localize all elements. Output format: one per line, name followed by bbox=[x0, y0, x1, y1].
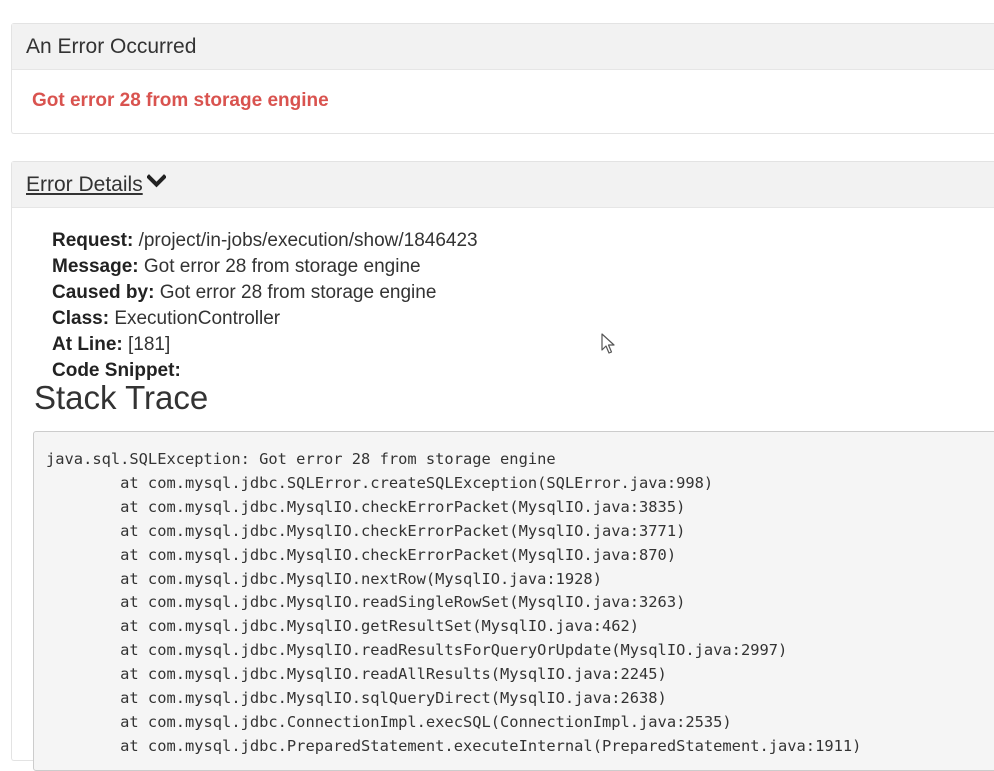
detail-value: [181] bbox=[128, 334, 171, 355]
error-details-panel: Error Details Request: /project/in-jobs/… bbox=[11, 161, 994, 771]
stack-trace-box[interactable]: java.sql.SQLException: Got error 28 from… bbox=[33, 431, 994, 771]
stack-trace-line: at com.mysql.jdbc.MysqlIO.nextRow(MysqlI… bbox=[46, 569, 602, 588]
detail-key: Message: bbox=[52, 256, 139, 277]
error-panel-title: An Error Occurred bbox=[26, 35, 197, 58]
detail-row-caused-by: Caused by: Got error 28 from storage eng… bbox=[52, 280, 478, 306]
error-panel-heading: An Error Occurred bbox=[12, 24, 994, 70]
stack-trace-title: Stack Trace bbox=[34, 379, 209, 416]
stack-trace-line: at com.mysql.jdbc.MysqlIO.readAllResults… bbox=[46, 665, 667, 684]
stack-trace-line: at com.mysql.jdbc.MysqlIO.checkErrorPack… bbox=[46, 545, 677, 564]
detail-value: Got error 28 from storage engine bbox=[143, 256, 421, 277]
stack-trace-text: java.sql.SQLException: Got error 28 from… bbox=[34, 432, 994, 759]
detail-row-request: Request: /project/in-jobs/execution/show… bbox=[52, 228, 478, 254]
stack-trace-line: at com.mysql.jdbc.SQLError.createSQLExce… bbox=[46, 473, 714, 492]
mouse-pointer-icon bbox=[601, 333, 615, 360]
error-details-toggle[interactable]: Error Details bbox=[26, 173, 167, 196]
detail-key: Code Snippet: bbox=[52, 360, 181, 381]
error-panel: An Error Occurred Got error 28 from stor… bbox=[11, 23, 994, 134]
error-detail-list: Request: /project/in-jobs/execution/show… bbox=[52, 228, 478, 384]
detail-key: Request: bbox=[52, 230, 134, 251]
detail-key: Class: bbox=[52, 308, 110, 329]
stack-trace-line: at com.mysql.jdbc.PreparedStatement.exec… bbox=[46, 736, 862, 755]
detail-key: At Line: bbox=[52, 334, 123, 355]
chevron-down-icon bbox=[145, 159, 167, 205]
stack-trace-line: java.sql.SQLException: Got error 28 from… bbox=[46, 450, 556, 468]
stack-trace-line: at com.mysql.jdbc.MysqlIO.checkErrorPack… bbox=[46, 521, 686, 540]
stack-trace-line: at com.mysql.jdbc.MysqlIO.readResultsFor… bbox=[46, 641, 788, 660]
error-details-label: Error Details bbox=[26, 173, 143, 196]
error-message: Got error 28 from storage engine bbox=[32, 90, 329, 111]
stack-trace-line: at com.mysql.jdbc.MysqlIO.sqlQueryDirect… bbox=[46, 689, 667, 708]
stack-trace-line: at com.mysql.jdbc.ConnectionImpl.execSQL… bbox=[46, 712, 732, 731]
detail-row-at-line: At Line: [181] bbox=[52, 332, 478, 358]
detail-value: /project/in-jobs/execution/show/1846423 bbox=[138, 230, 478, 251]
detail-row-message: Message: Got error 28 from storage engin… bbox=[52, 254, 478, 280]
error-details-heading: Error Details bbox=[12, 162, 994, 208]
detail-row-class: Class: ExecutionController bbox=[52, 306, 478, 332]
detail-value: Got error 28 from storage engine bbox=[159, 282, 437, 303]
stack-trace-line: at com.mysql.jdbc.MysqlIO.checkErrorPack… bbox=[46, 497, 686, 516]
detail-value: ExecutionController bbox=[114, 308, 281, 329]
stack-trace-line: at com.mysql.jdbc.MysqlIO.readSingleRowS… bbox=[46, 593, 686, 612]
detail-key: Caused by: bbox=[52, 282, 155, 303]
stack-trace-line: at com.mysql.jdbc.MysqlIO.getResultSet(M… bbox=[46, 617, 640, 636]
